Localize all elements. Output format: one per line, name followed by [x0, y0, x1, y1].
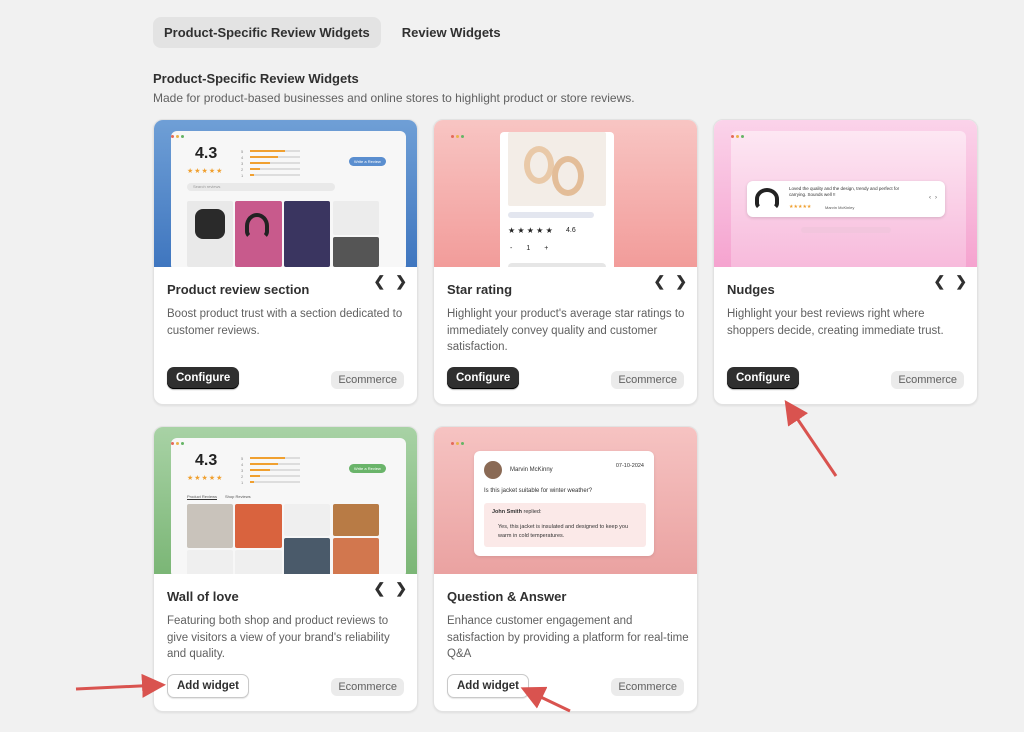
- annotation-arrow-nudges: [784, 400, 838, 477]
- window-dots: [731, 135, 744, 138]
- annotation-arrows: [75, 400, 838, 713]
- annotation-arrow-question-answer: [520, 686, 571, 713]
- window-dots: [451, 135, 464, 138]
- window-dots: [171, 442, 184, 445]
- window-dots: [451, 442, 464, 445]
- annotation-arrow-wall-of-love: [75, 673, 166, 698]
- window-dots: [171, 135, 184, 138]
